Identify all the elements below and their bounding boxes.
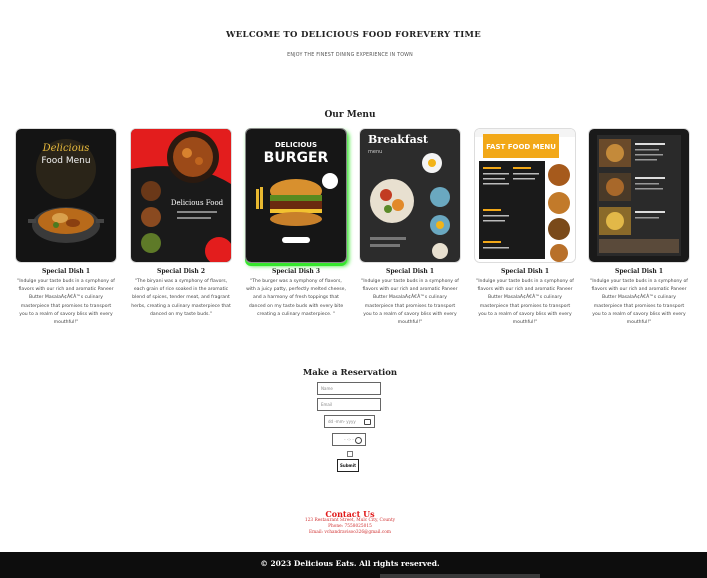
menu-image-delicious-burger[interactable]: DELICIOUS BURGER bbox=[245, 128, 347, 263]
svg-text:DELICIOUS: DELICIOUS bbox=[275, 141, 317, 149]
contact-email: Email: vchandravisoo326@gmail.com bbox=[309, 530, 391, 535]
svg-text:Delicious: Delicious bbox=[42, 143, 90, 154]
svg-text:BURGER: BURGER bbox=[264, 150, 329, 166]
menu-heading: Our Menu bbox=[324, 110, 376, 120]
time-placeholder: - -:- - bbox=[344, 437, 354, 442]
svg-text:FAST FOOD MENU: FAST FOOD MENU bbox=[486, 143, 556, 151]
menu-image-dark-menu[interactable] bbox=[588, 128, 690, 263]
dish-name: Special Dish 1 bbox=[614, 268, 664, 275]
name-placeholder: Name bbox=[321, 386, 333, 391]
menu-image-fast-food[interactable]: FAST FOOD MENU bbox=[474, 128, 576, 263]
reservation-heading: Make a Reservation bbox=[302, 368, 398, 378]
svg-text:Breakfast: Breakfast bbox=[368, 133, 429, 146]
footer-copyright: © 2023 Delicious Eats. All rights reserv… bbox=[260, 559, 440, 568]
reservation-checkbox[interactable] bbox=[347, 451, 353, 457]
dish-description: "Indulge your taste buds in a symphony o… bbox=[17, 279, 115, 326]
dish-description: "Indulge your taste buds in a symphony o… bbox=[361, 279, 459, 326]
menu-image-delicious-food[interactable]: Delicious Food Menu bbox=[15, 128, 117, 263]
page-subtitle: ENJOY THE FINEST DINING EXPERIENCE IN TO… bbox=[287, 53, 413, 58]
time-input[interactable]: - -:- - bbox=[332, 433, 366, 446]
dish-description: "The burger was a symphony of flavors, w… bbox=[246, 279, 346, 317]
contact-address: 123 Restaurant Street, Mulc City, County bbox=[304, 518, 396, 523]
date-placeholder: dd -mm- yyyy bbox=[328, 419, 356, 424]
menu-card[interactable]: FAST FOOD MENU Special Dish 1 "Indulge y… bbox=[474, 128, 576, 327]
name-input[interactable]: Name bbox=[317, 382, 381, 395]
date-input[interactable]: dd -mm- yyyy bbox=[324, 415, 375, 428]
page-title: WELCOME TO DELICIOUS FOOD FOREVERY TIME bbox=[225, 30, 482, 40]
dish-name: Special Dish 3 bbox=[271, 268, 321, 275]
menu-card[interactable]: DELICIOUS BURGER Special Dish 3 "The bur… bbox=[245, 128, 347, 319]
dish-description: "Indulge your taste buds in a symphony o… bbox=[476, 279, 574, 326]
dish-name: Special Dish 1 bbox=[500, 268, 550, 275]
menu-card[interactable]: Delicious Food Special Dish 2 "The birya… bbox=[130, 128, 232, 319]
menu-card[interactable]: Breakfast menu Special Dish 1 "Indulge y… bbox=[359, 128, 461, 327]
dish-name: Special Dish 1 bbox=[385, 268, 435, 275]
menu-image-delicious-food-2[interactable]: Delicious Food bbox=[130, 128, 232, 263]
svg-text:Delicious Food: Delicious Food bbox=[171, 199, 224, 207]
dish-name: Special Dish 1 bbox=[41, 268, 91, 275]
calendar-icon[interactable] bbox=[364, 419, 371, 425]
dish-description: "Indulge your taste buds in a symphony o… bbox=[590, 279, 688, 326]
submit-button[interactable]: Submit bbox=[337, 459, 359, 472]
clock-icon[interactable] bbox=[355, 437, 362, 444]
email-input[interactable]: Email bbox=[317, 398, 381, 411]
menu-card[interactable]: Special Dish 1 "Indulge your taste buds … bbox=[588, 128, 690, 327]
dish-name: Special Dish 2 bbox=[156, 268, 206, 275]
scrollbar[interactable] bbox=[380, 574, 540, 578]
svg-text:menu: menu bbox=[368, 149, 382, 155]
menu-card[interactable]: Delicious Food Menu Special Dish 1 "Indu… bbox=[15, 128, 117, 327]
menu-card-grid: Delicious Food Menu Special Dish 1 "Indu… bbox=[14, 128, 704, 338]
svg-text:Food Menu: Food Menu bbox=[41, 156, 90, 166]
menu-image-breakfast[interactable]: Breakfast menu bbox=[359, 128, 461, 263]
dish-description: "The biryani was a symphony of flavors, … bbox=[131, 279, 231, 317]
email-placeholder: Email bbox=[321, 402, 333, 407]
contact-phone: Phone: 7558025015 bbox=[328, 524, 372, 529]
